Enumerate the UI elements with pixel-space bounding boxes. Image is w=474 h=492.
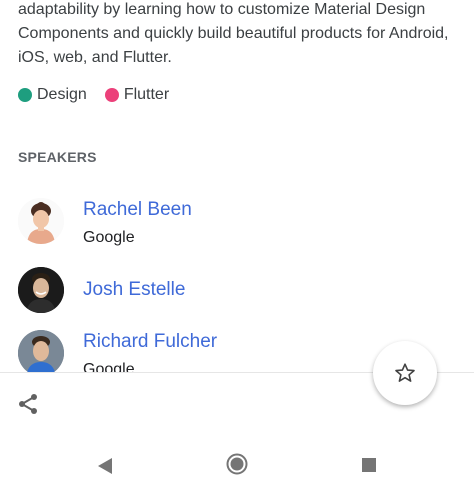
share-icon [19,394,37,414]
speaker-name: Richard Fulcher [83,331,218,352]
nav-back-button[interactable] [97,457,113,480]
nav-recents-button[interactable] [362,458,376,472]
tag-flutter[interactable]: Flutter [104,86,170,104]
tag-label-flutter: Flutter [123,86,170,103]
home-circle-icon [226,453,248,475]
tag-label-design: Design [37,86,87,103]
speaker-avatar [18,267,64,313]
session-tags: Design Flutter [18,86,187,104]
avatar-josh-image [18,267,64,313]
tag-dot-design [18,88,32,102]
nav-home-button[interactable] [226,453,248,480]
speaker-item-josh-estelle[interactable]: Josh Estelle [18,267,185,313]
share-button[interactable] [16,392,40,416]
speaker-item-rachel-been[interactable]: Rachel Been Google [18,198,192,248]
speaker-company: Google [83,229,135,246]
speaker-item-richard-fulcher[interactable]: Richard Fulcher Google [18,330,217,372]
speaker-avatar [18,330,64,372]
speaker-avatar [18,198,64,244]
star-fab-button[interactable] [373,341,437,405]
avatar-richard-image [18,330,64,372]
back-triangle-icon [98,458,112,474]
system-navigation-bar [0,440,474,492]
tag-design[interactable]: Design [18,86,87,104]
star-outline-icon [395,363,415,382]
tag-dot-flutter [104,88,119,102]
speaker-name: Josh Estelle [83,279,186,300]
speakers-section-title: SPEAKERS [18,149,97,165]
speaker-company: Google [83,361,135,372]
avatar-rachel-image [18,198,64,244]
speaker-name: Rachel Been [83,199,192,220]
session-description: adaptability by learning how to customiz… [18,1,449,66]
